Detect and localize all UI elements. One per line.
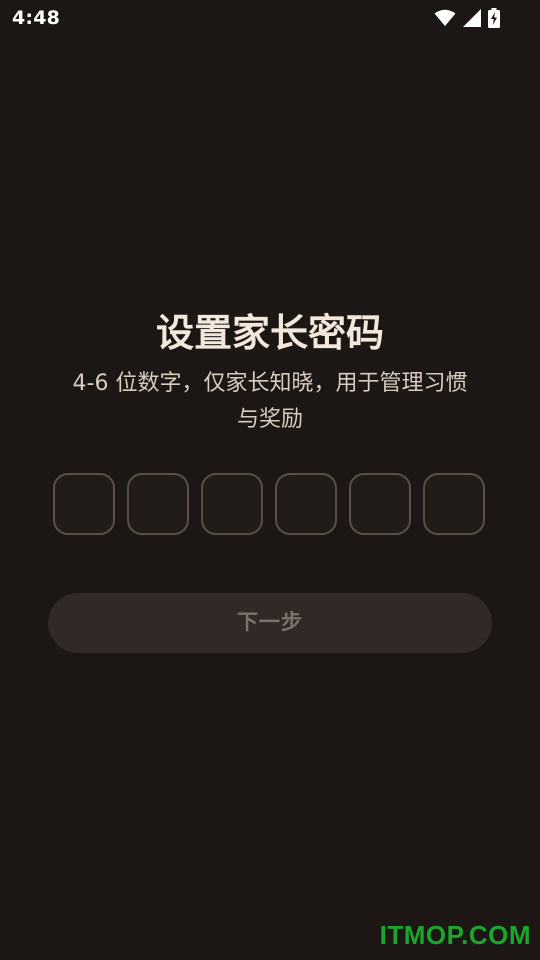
code-slot-4[interactable] — [275, 473, 337, 535]
watermark-logo: ITMOP.COM — [379, 920, 531, 950]
status-time: 4:48 — [12, 7, 61, 29]
code-slot-6[interactable] — [423, 473, 485, 535]
code-slot-2[interactable] — [127, 473, 189, 535]
status-bar: 4:48 — [0, 0, 540, 36]
password-code-input[interactable] — [53, 473, 485, 535]
code-slot-1[interactable] — [53, 473, 115, 535]
code-slot-5[interactable] — [349, 473, 411, 535]
cellular-signal-icon — [462, 9, 482, 27]
page-subtitle: 4-6 位数字，仅家长知晓，用于管理习惯 与奖励 — [50, 366, 490, 438]
battery-charging-icon — [488, 8, 500, 28]
code-slot-3[interactable] — [201, 473, 263, 535]
subtitle-line-1: 4-6 位数字，仅家长知晓，用于管理习惯 — [72, 371, 468, 396]
subtitle-line-2: 与奖励 — [236, 407, 303, 432]
page-title: 设置家长密码 — [155, 311, 384, 355]
wifi-icon — [434, 9, 456, 27]
status-icons — [434, 8, 500, 28]
next-step-button[interactable]: 下一步 — [48, 593, 492, 653]
